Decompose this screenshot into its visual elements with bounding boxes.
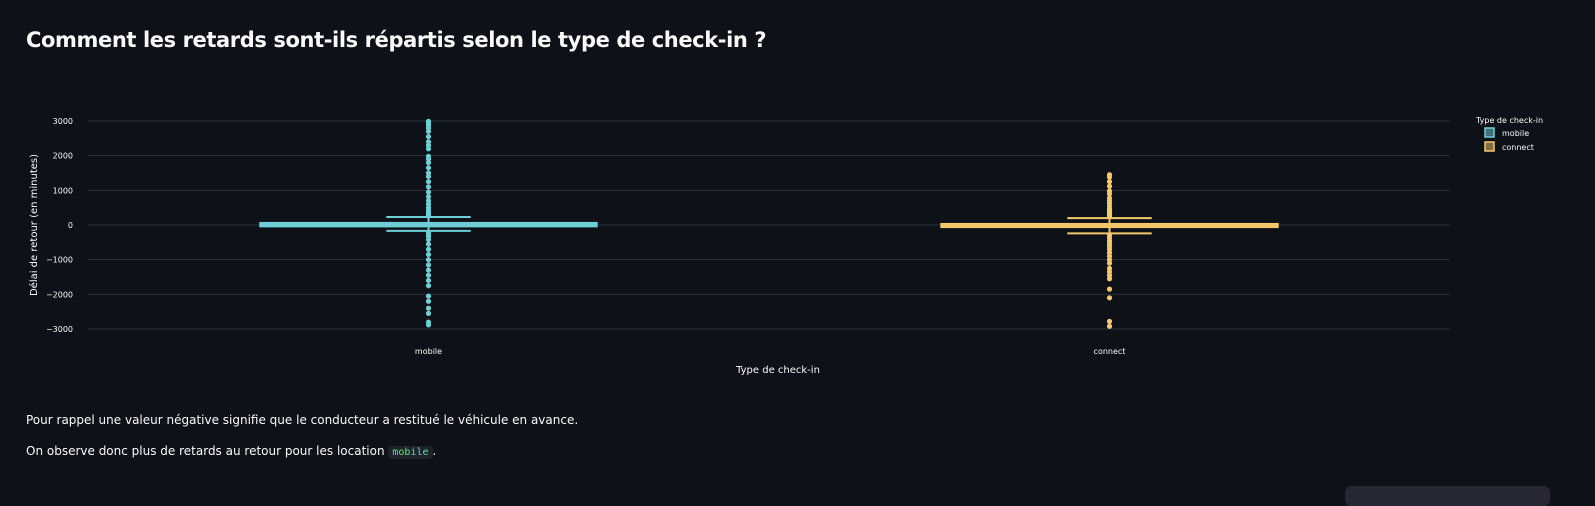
- y-tick-label: −1000: [46, 256, 73, 265]
- outlier-point: [425, 165, 432, 171]
- outlier-point: [425, 241, 432, 247]
- y-tick-label: 2000: [53, 152, 73, 161]
- outlier-point: [1106, 323, 1113, 329]
- outlier-point: [425, 160, 432, 166]
- note-negative-values: Pour rappel une valeur négative signifie…: [26, 413, 579, 427]
- outlier-point: [425, 283, 432, 289]
- outlier-point: [1106, 183, 1113, 189]
- x-tick-label: connect: [1094, 347, 1126, 356]
- outlier-point: [425, 146, 432, 152]
- outlier-point: [425, 189, 432, 195]
- outlier-point: [1106, 179, 1113, 185]
- legend-label: mobile: [1502, 129, 1529, 138]
- outlier-point: [1106, 318, 1113, 324]
- legend-swatch: [1484, 141, 1495, 152]
- note-conclusion-end: .: [432, 444, 437, 458]
- outlier-point: [425, 246, 432, 252]
- legend-item-connect[interactable]: connect: [1484, 141, 1534, 152]
- outlier-point: [425, 277, 432, 284]
- outlier-point: [425, 262, 432, 268]
- outlier-point: [425, 134, 432, 140]
- outlier-point: [1106, 213, 1113, 219]
- outlier-point: [425, 173, 432, 180]
- legend-items[interactable]: mobile connect: [1484, 127, 1534, 152]
- inline-code-mobile: mobile: [388, 446, 433, 459]
- box-mobile: [259, 118, 598, 328]
- outlier-point: [425, 272, 432, 278]
- chart-svg: 3000 2000 1000 0 −1000 −2000 −3000 mobile conne…: [28, 116, 1543, 376]
- y-tick-label: −3000: [46, 325, 73, 334]
- outlier-point: [1106, 174, 1113, 180]
- legend-item-mobile[interactable]: mobile: [1484, 127, 1529, 138]
- page-title: Comment les retards sont-ils répartis se…: [26, 28, 767, 52]
- outlier-point: [425, 128, 432, 134]
- note-conclusion-text: On observe donc plus de retards au retou…: [26, 444, 385, 458]
- bottom-right-widget[interactable]: [1345, 486, 1550, 506]
- outlier-point: [425, 179, 432, 185]
- box-plot-chart: 3000 2000 1000 0 −1000 −2000 −3000 mobile conne…: [0, 100, 1595, 390]
- outlier-point: [1106, 286, 1113, 292]
- y-tick-label: −2000: [46, 290, 73, 299]
- y-tick-label: 0: [68, 221, 73, 230]
- outlier-point: [425, 310, 432, 316]
- legend-swatch: [1484, 127, 1495, 138]
- legend-title: Type de check-in: [1475, 116, 1543, 125]
- outlier-point: [425, 298, 432, 304]
- outlier-point: [425, 236, 432, 243]
- outlier-point: [425, 305, 432, 311]
- outlier-point: [425, 293, 432, 299]
- x-axis-ticks: mobile connect: [415, 347, 1126, 356]
- outlier-point: [425, 257, 432, 263]
- legend-label: connect: [1502, 143, 1534, 152]
- outlier-point: [425, 267, 432, 273]
- boxes: [259, 118, 1279, 329]
- note-conclusion: On observe donc plus de retards au retou…: [26, 444, 437, 459]
- box-connect: [940, 172, 1279, 329]
- y-tick-label: 3000: [53, 117, 73, 126]
- outlier-point: [1106, 260, 1113, 266]
- y-tick-label: 1000: [53, 186, 73, 195]
- x-axis-label: Type de check-in: [735, 365, 820, 376]
- outlier-point: [425, 322, 432, 328]
- outlier-point: [425, 251, 432, 258]
- outlier-point: [425, 184, 432, 190]
- y-axis-ticks: 3000 2000 1000 0 −1000 −2000 −3000: [46, 117, 73, 334]
- x-tick-label: mobile: [415, 347, 442, 356]
- outlier-point: [425, 213, 432, 219]
- y-axis-label: Délai de retour (en minutes): [28, 154, 40, 296]
- legend[interactable]: Type de check-in mobile connect: [1475, 116, 1543, 152]
- outlier-point: [1106, 295, 1113, 301]
- outlier-point: [1106, 276, 1113, 282]
